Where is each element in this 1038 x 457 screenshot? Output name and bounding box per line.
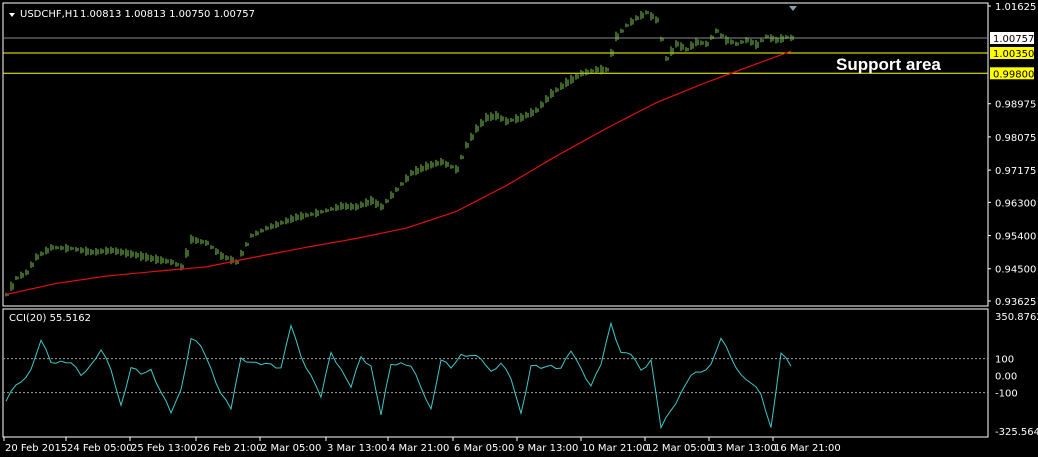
price-tick-label: 0.98975: [995, 100, 1036, 111]
price-tick-label: 0.94500: [995, 265, 1036, 276]
time-tick-label: 13 Mar 13:00: [710, 443, 777, 454]
cci-tick-label: 0.00: [995, 372, 1017, 383]
time-tick-label: 20 Feb 2015: [5, 443, 67, 454]
price-tick-label: 0.98075: [995, 133, 1036, 144]
time-tick-label: 24 Feb 05:00: [67, 443, 133, 454]
symbol-label: USDCHF,H1: [20, 9, 79, 20]
support-area-annotation: Support area: [836, 55, 941, 74]
time-tick-label: 6 Mar 05:00: [454, 443, 514, 454]
price-tick-label: 0.95400: [995, 232, 1036, 243]
time-tick-label: 2 Mar 05:00: [261, 443, 321, 454]
cci-indicator-label: CCI(20) 55.5162: [9, 313, 91, 324]
trading-chart[interactable]: 1.01625 0.98975 0.98075 0.97175 0.96300 0.954…: [0, 0, 1038, 457]
time-tick-label: 10 Mar 21:00: [582, 443, 649, 454]
time-tick-label: 9 Mar 13:00: [518, 443, 578, 454]
price-tick-label: 0.96300: [995, 198, 1036, 209]
time-tick-label: 12 Mar 05:00: [646, 443, 713, 454]
time-tick-label: 3 Mar 13:00: [327, 443, 387, 454]
time-tick-label: 4 Mar 21:00: [389, 443, 449, 454]
cci-tick-label: -100: [995, 389, 1018, 400]
time-tick-label: 16 Mar 21:00: [774, 443, 841, 454]
support-tag-lower: 0.99800: [993, 69, 1034, 80]
time-tick-label: 26 Feb 21:00: [197, 443, 263, 454]
ohlc-label: 1.00813 1.00813 1.00750 1.00757: [80, 9, 255, 20]
price-tick-label: 0.97175: [995, 166, 1036, 177]
support-tag-upper: 1.00350: [993, 49, 1034, 60]
cci-tick-label: -325.5645: [995, 427, 1038, 438]
price-tick-label: 1.01625: [995, 2, 1036, 13]
current-price-tag: 1.00757: [993, 34, 1034, 45]
cci-tick-label: 350.8762: [995, 312, 1038, 323]
price-tick-label: 0.93625: [995, 297, 1036, 308]
cci-tick-label: 100: [995, 355, 1014, 366]
time-tick-label: 25 Feb 13:00: [131, 443, 197, 454]
